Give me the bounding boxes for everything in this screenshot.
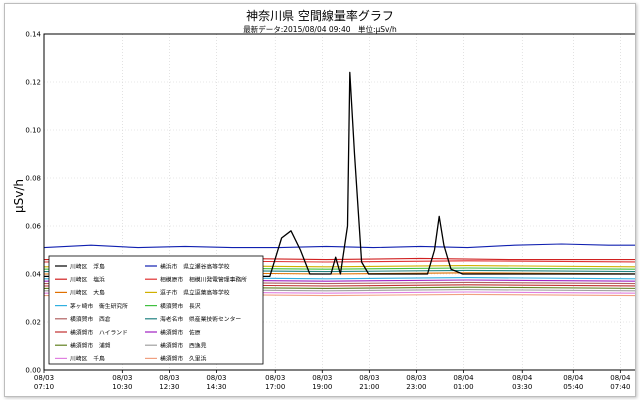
legend-label: 川崎区 塩浜: [70, 276, 105, 284]
x-tick-date: 08/03: [265, 374, 285, 382]
chart-frame: 神奈川県 空間線量率グラフ 最新データ:2015/08/04 09:40 単位:…: [4, 3, 639, 397]
x-tick-date: 08/03: [406, 374, 426, 382]
y-tick-label: 0.12: [25, 79, 41, 87]
x-tick-date: 08/03: [34, 374, 54, 382]
y-tick-label: 0.14: [25, 31, 41, 39]
y-axis-ticks: 0.000.020.040.060.080.100.120.14: [25, 31, 41, 375]
x-tick-date: 08/03: [359, 374, 379, 382]
x-tick-time: 17:00: [265, 383, 285, 391]
x-tick-date: 08/04: [563, 374, 584, 382]
x-tick-time: 10:30: [112, 383, 132, 391]
x-tick-time: 19:00: [312, 383, 332, 391]
x-tick-time: 03:30: [512, 383, 532, 391]
x-tick-time: 23:00: [406, 383, 426, 391]
legend-label: 相模原市 相模川発電管理事務所: [160, 276, 247, 284]
x-tick-time: 14:30: [206, 383, 226, 391]
y-tick-label: 0.10: [25, 127, 41, 135]
radiation-chart: 神奈川県 空間線量率グラフ 最新データ:2015/08/04 09:40 単位:…: [12, 8, 639, 391]
legend-label: 横須賀市 西倉: [70, 315, 111, 323]
x-tick-time: 07:40: [610, 383, 630, 391]
legend-label: 川崎区 大島: [70, 289, 105, 297]
legend-label: 横須賀市 浦賀: [70, 342, 111, 350]
x-tick-date: 08/04: [512, 374, 533, 382]
y-tick-label: 0.06: [25, 223, 41, 231]
x-tick-time: 21:00: [359, 383, 379, 391]
x-tick-date: 08/03: [112, 374, 132, 382]
legend-label: 横須賀市 西逸見: [160, 342, 207, 350]
legend-label: 川崎区 千鳥: [70, 355, 105, 363]
y-axis-label: μSv/h: [12, 179, 26, 213]
y-tick-label: 0.02: [25, 319, 41, 327]
x-tick-time: 12:30: [159, 383, 179, 391]
x-axis-ticks: 08/0307:1008/0310:3008/0312:3008/0314:30…: [34, 370, 631, 391]
x-tick-date: 08/04: [610, 374, 631, 382]
legend-label: 横須賀市 佐原: [160, 328, 201, 336]
legend-label: 横須賀市 ハイランド: [70, 328, 128, 336]
legend-label: 横須賀市 久里浜: [160, 355, 207, 363]
chart-subtitle: 最新データ:2015/08/04 09:40 単位:μSv/h: [243, 24, 397, 34]
x-tick-date: 08/04: [453, 374, 474, 382]
x-tick-date: 08/03: [206, 374, 226, 382]
y-tick-label: 0.04: [25, 271, 41, 279]
x-tick-date: 08/03: [159, 374, 179, 382]
chart-title: 神奈川県 空間線量率グラフ: [246, 8, 394, 23]
legend-label: 横浜市 県立瀬谷高等学校: [160, 262, 230, 270]
legend-label: 海老名市 県産業技術センター: [160, 315, 241, 323]
x-tick-date: 08/03: [312, 374, 332, 382]
legend-label: 横須賀市 長沢: [160, 302, 201, 310]
legend-label: 川崎区 浮島: [70, 262, 105, 270]
legend: 川崎区 浮島川崎区 塩浜川崎区 大島茅ヶ崎市 衛生研究所横須賀市 西倉横須賀市 …: [48, 255, 264, 365]
legend-label: 茅ヶ崎市 衛生研究所: [70, 302, 128, 310]
x-tick-time: 07:10: [34, 383, 54, 391]
x-tick-time: 01:00: [453, 383, 473, 391]
x-tick-time: 05:40: [563, 383, 583, 391]
y-tick-label: 0.08: [25, 175, 41, 183]
legend-label: 逗子市 県立逗葉高等学校: [160, 289, 230, 297]
